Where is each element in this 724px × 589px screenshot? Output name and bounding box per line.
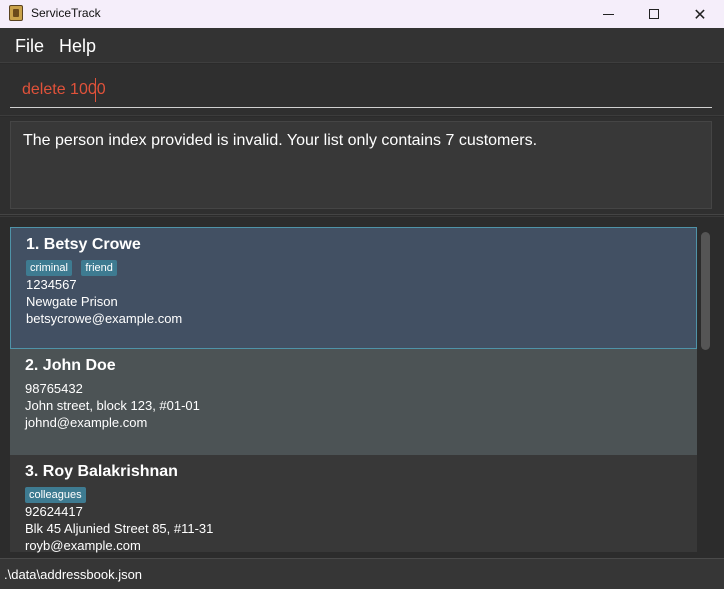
tag: friend — [81, 260, 117, 276]
person-email: betsycrowe@example.com — [26, 311, 183, 326]
person-address: John street, block 123, #01-01 — [25, 398, 200, 413]
minimize-button[interactable] — [585, 0, 631, 28]
command-box — [0, 64, 724, 116]
person-address: Newgate Prison — [26, 294, 118, 309]
text-caret — [95, 78, 96, 102]
menu-bar: File Help — [0, 28, 724, 63]
person-phone: 98765432 — [25, 381, 83, 396]
person-card[interactable]: 2. John Doe 98765432 John street, block … — [10, 349, 697, 455]
menu-help[interactable]: Help — [59, 36, 96, 57]
person-card[interactable]: 3. Roy Balakrishnan colleagues 92624417 … — [10, 455, 697, 553]
maximize-button[interactable] — [631, 0, 677, 28]
tag: colleagues — [25, 487, 86, 503]
person-name: 3. Roy Balakrishnan — [25, 463, 178, 480]
window-title: ServiceTrack — [31, 6, 101, 20]
person-name: 2. John Doe — [25, 357, 116, 374]
close-button[interactable]: ✕ — [677, 0, 723, 28]
person-name: 1. Betsy Crowe — [26, 236, 141, 253]
result-display: The person index provided is invalid. Yo… — [0, 117, 724, 215]
person-list: 1. Betsy Crowe criminal friend 1234567 N… — [0, 216, 724, 558]
person-card[interactable]: 1. Betsy Crowe criminal friend 1234567 N… — [10, 227, 697, 349]
status-file-path: .\data\addressbook.json — [4, 567, 143, 582]
app-icon — [9, 5, 23, 21]
tag-list: criminal friend — [26, 258, 696, 276]
person-phone: 92624417 — [25, 504, 83, 519]
scrollbar[interactable] — [699, 227, 713, 552]
menu-file[interactable]: File — [15, 36, 44, 57]
maximize-icon — [649, 9, 659, 19]
minimize-icon — [602, 13, 614, 15]
command-input[interactable] — [10, 72, 712, 108]
close-icon: ✕ — [693, 4, 707, 24]
result-message: The person index provided is invalid. Yo… — [10, 121, 712, 209]
person-email: royb@example.com — [25, 538, 141, 553]
person-phone: 1234567 — [26, 277, 77, 292]
tag-list: colleagues — [25, 485, 697, 503]
person-address: Blk 45 Aljunied Street 85, #11-31 — [25, 521, 214, 536]
status-bar: .\data\addressbook.json — [0, 558, 724, 589]
title-bar: ServiceTrack ✕ — [0, 0, 724, 28]
scrollbar-thumb[interactable] — [701, 232, 710, 350]
person-email: johnd@example.com — [25, 415, 148, 430]
tag: criminal — [26, 260, 72, 276]
